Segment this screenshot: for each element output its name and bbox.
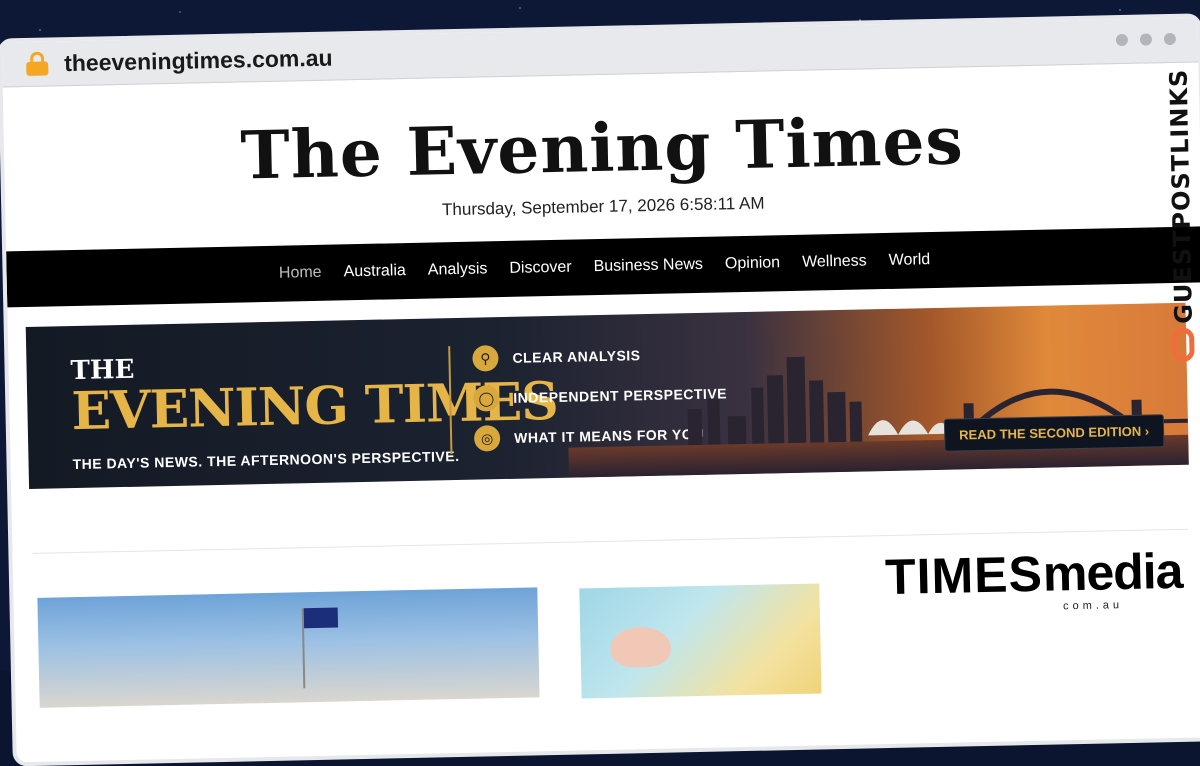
link-icon: [1171, 327, 1195, 363]
target-icon: ◎: [473, 425, 501, 452]
lock-icon: [26, 51, 49, 76]
promo-banner[interactable]: THE EVENING TIMES THE DAY'S NEWS. THE AF…: [25, 302, 1189, 489]
nav-item-wellness[interactable]: Wellness: [802, 252, 867, 271]
guestpostlinks-watermark: GUESTPOSTLINKS: [1165, 68, 1200, 374]
main-nav: Home Australia Analysis Discover Busines…: [6, 226, 1200, 308]
nav-item-home[interactable]: Home: [279, 264, 322, 283]
chevron-right-icon: ›: [1144, 423, 1150, 439]
logo-times: TIMES: [884, 545, 1044, 606]
url-text[interactable]: theeveningtimes.com.au: [64, 45, 333, 78]
page-content: The Evening Times Thursday, September 17…: [3, 62, 1200, 708]
feature-label: CLEAR ANALYSIS: [512, 347, 641, 366]
browser-window: theeveningtimes.com.au The Evening Times…: [0, 13, 1200, 766]
nav-item-opinion[interactable]: Opinion: [725, 254, 781, 273]
cta-label: READ THE SECOND EDITION: [959, 423, 1142, 443]
globe-icon: ◯: [473, 385, 500, 412]
tm-main: TIMESmedia: [884, 542, 1183, 606]
magnifier-icon: ⚲: [472, 345, 499, 372]
wellness-article-image[interactable]: [579, 583, 822, 699]
nav-item-analysis[interactable]: Analysis: [428, 260, 488, 279]
read-second-edition-button[interactable]: READ THE SECOND EDITION ›: [943, 414, 1165, 452]
window-dot-icon[interactable]: [1115, 33, 1129, 47]
window-dot-icon[interactable]: [1139, 33, 1153, 46]
nav-item-business-news[interactable]: Business News: [593, 256, 703, 276]
site-masthead[interactable]: The Evening Times: [3, 62, 1200, 199]
flag: [303, 607, 339, 629]
times-media-logo[interactable]: TIMESmedia com.au: [884, 542, 1184, 616]
nav-item-discover[interactable]: Discover: [509, 259, 572, 278]
hand: [610, 626, 671, 668]
nav-item-world[interactable]: World: [889, 251, 931, 270]
watermark-text: GUESTPOSTLINKS: [1164, 68, 1198, 325]
nav-item-australia[interactable]: Australia: [343, 262, 406, 281]
logo-media: media: [1042, 542, 1183, 602]
parliament-flag-image[interactable]: [37, 587, 540, 708]
